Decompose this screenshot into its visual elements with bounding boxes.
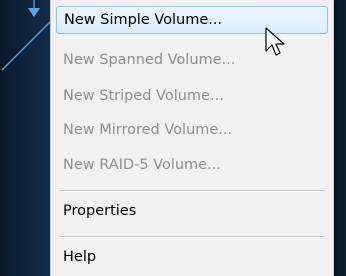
context-menu: New Simple Volume... New Spanned Volume.… [50, 0, 334, 276]
background-right [334, 0, 346, 276]
menu-item-new-raid5-volume[interactable]: New RAID-5 Volume... [56, 151, 328, 179]
menu-separator [59, 190, 325, 192]
menu-item-new-mirrored-volume[interactable]: New Mirrored Volume... [56, 116, 328, 144]
mouse-pointer-icon [265, 27, 285, 56]
menu-item-help[interactable]: Help [56, 243, 328, 271]
menu-separator [59, 236, 325, 238]
menu-item-new-striped-volume[interactable]: New Striped Volume... [56, 82, 328, 110]
menu-item-properties[interactable]: Properties [56, 197, 328, 225]
